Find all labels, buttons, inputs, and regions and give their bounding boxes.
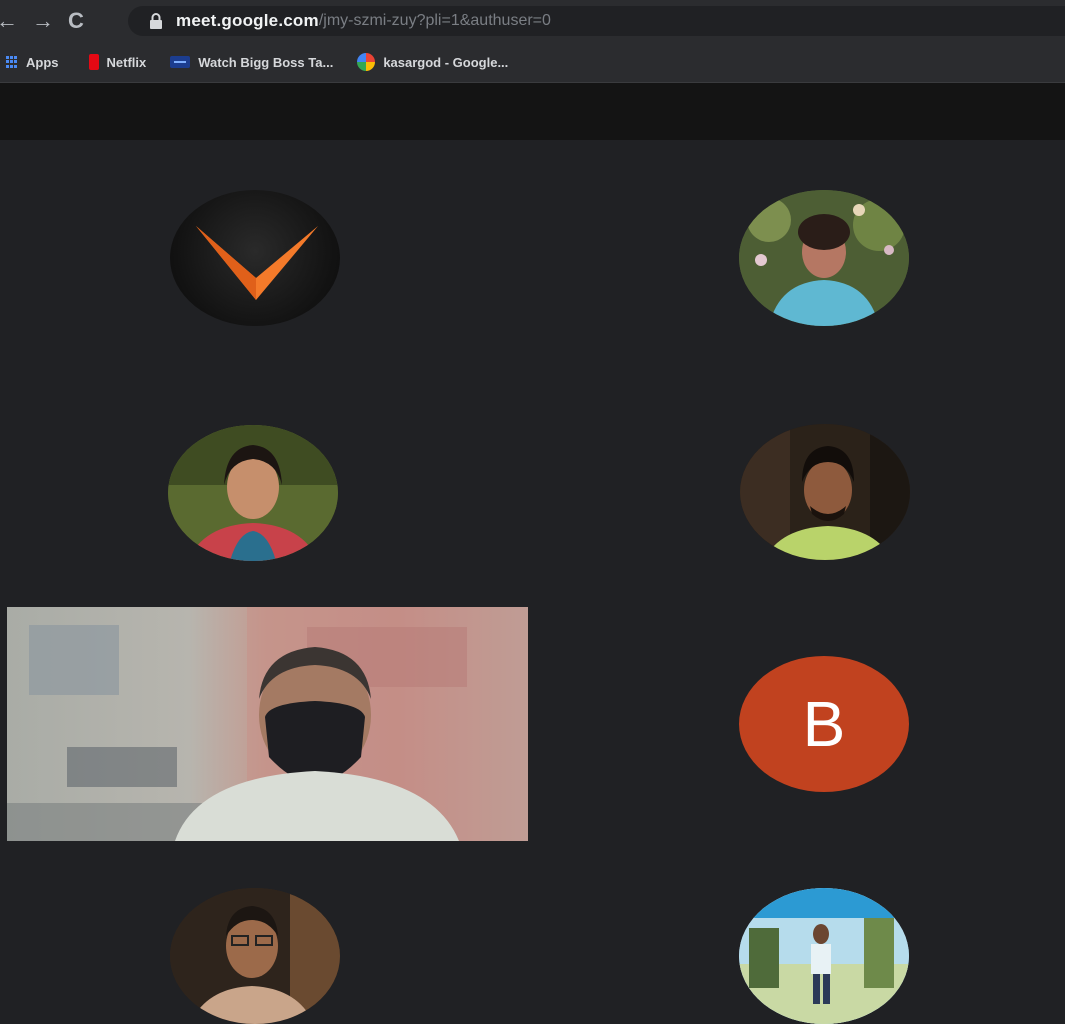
participant-video-tile[interactable] — [7, 607, 528, 841]
participant-avatar-logo[interactable] — [170, 190, 340, 326]
reload-icon[interactable]: C — [68, 10, 84, 32]
address-bar[interactable]: meet.google.com /jmy-szmi-zuy?pli=1&auth… — [128, 6, 1065, 36]
back-arrow-icon[interactable]: ← — [0, 10, 18, 32]
participant-photo — [170, 888, 340, 1024]
apps-grid-icon — [6, 56, 18, 68]
participant-avatar-photo[interactable] — [170, 888, 340, 1024]
browser-toolbar: ← → C meet.google.com /jmy-szmi-zuy?pli=… — [0, 0, 1065, 42]
participant-avatar-letter[interactable]: B — [739, 656, 909, 792]
google-icon — [357, 53, 376, 71]
bookmark-label: Netflix — [106, 54, 147, 70]
bookmark-apps[interactable]: Apps — [6, 54, 59, 70]
participant-video — [7, 607, 528, 841]
lock-icon — [150, 13, 162, 29]
participant-avatar-photo[interactable] — [168, 425, 338, 561]
participant-photo — [168, 425, 338, 561]
url-path: /jmy-szmi-zuy?pli=1&authuser=0 — [318, 12, 551, 29]
netflix-icon — [88, 54, 99, 70]
participant-photo — [739, 190, 909, 326]
bookmark-netflix[interactable]: Netflix — [88, 54, 147, 70]
tv-icon — [170, 56, 191, 68]
avatar-letter: B — [802, 688, 846, 760]
bookmark-label: Watch Bigg Boss Ta... — [198, 54, 334, 70]
url-host: meet.google.com — [176, 11, 319, 30]
participant-photo — [740, 424, 910, 560]
participant-avatar-photo[interactable] — [739, 888, 909, 1024]
bookmark-label: Apps — [26, 54, 59, 70]
meet-top-bar — [0, 83, 1065, 140]
bookmark-kasargod[interactable]: kasargod - Google... — [357, 53, 508, 71]
bookmark-bigg-boss[interactable]: Watch Bigg Boss Ta... — [170, 55, 333, 70]
bookmarks-bar: Apps Netflix Watch Bigg Boss Ta... kasar… — [0, 42, 1065, 83]
bookmark-label: kasargod - Google... — [383, 54, 509, 70]
participant-avatar-photo[interactable] — [739, 190, 909, 326]
orange-chevron-logo-icon — [196, 226, 318, 300]
participant-photo — [739, 888, 909, 1024]
participant-avatar-photo[interactable] — [740, 424, 910, 560]
forward-arrow-icon[interactable]: → — [32, 10, 54, 32]
